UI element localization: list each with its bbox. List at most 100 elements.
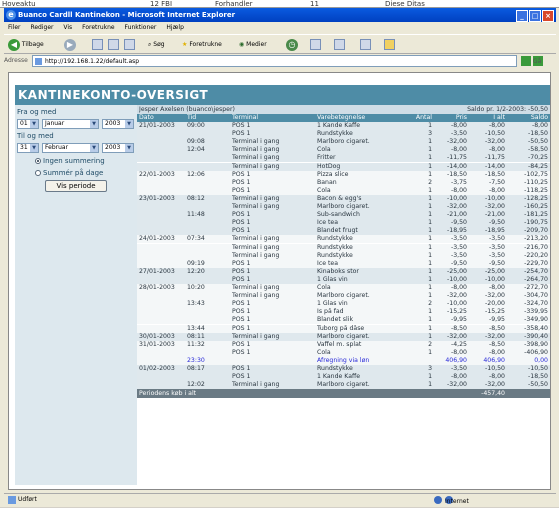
account-saldo: Saldo pr. 1/2-2003: -50,50 (467, 106, 548, 113)
table-cell: 2 (428, 340, 432, 348)
chevron-down-icon: ▼ (125, 120, 133, 128)
mail-button[interactable] (310, 38, 321, 52)
to-year-select[interactable]: 2003 ▼ (102, 143, 134, 153)
table-cell: -3,75 (450, 178, 467, 186)
table-cell: 27/01-2003 (139, 267, 175, 275)
table-cell: -18,95 (447, 227, 467, 235)
edit-icon (360, 39, 371, 50)
maximize-button[interactable]: □ (529, 10, 541, 22)
media-button[interactable]: ◉ Medier (239, 38, 267, 52)
table-cell: POS 1 (232, 267, 251, 275)
chevron-down-icon: ▼ (125, 144, 133, 152)
radio-no-summary[interactable]: Ingen summering (35, 157, 105, 165)
table-cell: -3,50 (450, 243, 467, 251)
table-cell: -358,40 (524, 324, 548, 332)
folder-icon (384, 39, 395, 50)
radio-sum-days[interactable]: Summér på dage (35, 169, 103, 177)
table-cell: POS 1 (232, 122, 251, 129)
table-cell: 1 (428, 292, 432, 300)
table-cell: -32,00 (485, 332, 505, 340)
from-day-select[interactable]: 01 ▼ (17, 119, 39, 129)
table-cell: Cola (317, 348, 331, 356)
table-cell: 22/01-2003 (139, 170, 175, 178)
table-row: 22/01-2003 12:06 POS 1 Pizza slice 1 -18,50 -1… (137, 170, 550, 179)
table-cell: -21,00 (485, 211, 505, 219)
table-cell: 1 (428, 332, 432, 340)
status-bar: Udført Internet (4, 493, 556, 505)
table-cell: 11:48 (187, 211, 205, 219)
table-row: 13:44 POS 1 Tuborg på dåse 1 -8,50 -8,50 -358,… (137, 324, 550, 333)
stop-button[interactable] (92, 38, 103, 52)
table-cell: -18,50 (485, 170, 505, 178)
favorites-button[interactable]: ★ Foretrukne (182, 38, 222, 52)
table-row: POS 1 Banan 2 -3,75 -7,50 -110,25 (137, 178, 550, 187)
to-day-select[interactable]: 31 ▼ (17, 143, 39, 153)
table-cell: 1 (428, 308, 432, 316)
menu-edit[interactable]: Rediger (30, 24, 53, 31)
table-cell: -18,50 (528, 130, 548, 138)
table-cell: -9,50 (488, 259, 505, 267)
filter-panel: Fra og med 01 ▼ Januar ▼ 2003 ▼ Til og med … (15, 105, 137, 485)
table-cell: Marlboro cigaret. (317, 381, 370, 389)
minimize-button[interactable]: _ (516, 10, 528, 22)
refresh-icon (108, 39, 119, 50)
print-button[interactable] (334, 38, 345, 52)
menu-file[interactable]: Filer (8, 24, 21, 31)
table-cell: 3 (428, 365, 432, 372)
col-total: I alt (493, 114, 505, 121)
table-cell: -32,00 (447, 138, 467, 146)
address-label: Adresse (4, 57, 28, 64)
table-row: POS 1 Ice tea 1 -9,50 -9,50 -190,75 (137, 219, 550, 228)
table-row: POS 1 Is på fad 1 -15,25 -15,25 -339,95 (137, 308, 550, 317)
table-cell: -32,00 (485, 203, 505, 210)
table-cell: 12:04 (187, 146, 205, 154)
history-button[interactable]: ◷ (286, 38, 298, 52)
col-qty: Antal (415, 114, 432, 121)
home-button[interactable] (124, 38, 135, 52)
address-url: http://192.168.1.22/default.asp (45, 58, 140, 65)
table-row: 21/01-2003 09:00 POS 1 1 Kande Kaffe 1 -8,00 -… (137, 122, 550, 131)
table-row: Terminal i gang Marlboro cigaret. 1 -32,00 -… (137, 292, 550, 301)
table-row: Terminal i gang Rundstykke 1 -3,50 -3,50 -220… (137, 251, 550, 260)
table-cell: 08:12 (187, 194, 205, 202)
table-cell: 1 (428, 211, 432, 219)
table-cell: Terminal i gang (232, 284, 280, 291)
edit-button[interactable] (360, 38, 371, 52)
refresh-button[interactable] (108, 38, 119, 52)
from-month-select[interactable]: Januar ▼ (42, 119, 99, 129)
table-cell: -304,70 (524, 292, 548, 300)
table-cell: Rundstykke (317, 251, 353, 259)
menu-tools[interactable]: Funktioner (125, 24, 157, 31)
address-input[interactable]: http://192.168.1.22/default.asp (32, 55, 517, 67)
search-button[interactable]: ⌕ Søg (148, 38, 165, 52)
folder-button[interactable] (384, 38, 395, 52)
table-cell: -10,00 (485, 194, 505, 202)
menu-help[interactable]: Hjælp (166, 24, 184, 31)
table-cell: -32,00 (447, 381, 467, 389)
table-cell: -9,95 (450, 316, 467, 324)
menu-view[interactable]: Vis (63, 24, 72, 31)
table-cell: POS 1 (232, 324, 251, 332)
table-cell: 1 (428, 381, 432, 389)
forward-button[interactable]: ▶ (64, 38, 76, 52)
to-month-select[interactable]: Februar ▼ (42, 143, 99, 153)
toolbar: ◀ Tilbage ▶ ⌕ Søg ★ Foretrukne ◉ Medier … (4, 34, 556, 54)
footer-label: Periodens køb i alt (139, 390, 197, 398)
menu-favorites[interactable]: Foretrukne (82, 24, 115, 31)
table-cell: Kinaboks stor (317, 267, 359, 275)
table-cell: 1 (428, 227, 432, 235)
go-button[interactable]: Gå (521, 55, 551, 67)
bg-text-4: 11 (310, 0, 319, 8)
back-button[interactable]: ◀ Tilbage (8, 38, 44, 52)
table-cell: 30/01-2003 (139, 332, 175, 340)
security-zone: Internet (434, 494, 469, 506)
star-icon: ★ (182, 41, 188, 48)
table-cell: POS 1 (232, 308, 251, 316)
table-cell: -190,75 (524, 219, 548, 227)
close-button[interactable]: × (542, 10, 554, 22)
show-period-button[interactable]: Vis periode (45, 180, 107, 192)
bg-text-1: Hoveaktu (2, 0, 36, 8)
from-year-select[interactable]: 2003 ▼ (102, 119, 134, 129)
bg-text-5: Diese Ditas (385, 0, 425, 8)
table-cell: -8,00 (488, 284, 505, 291)
